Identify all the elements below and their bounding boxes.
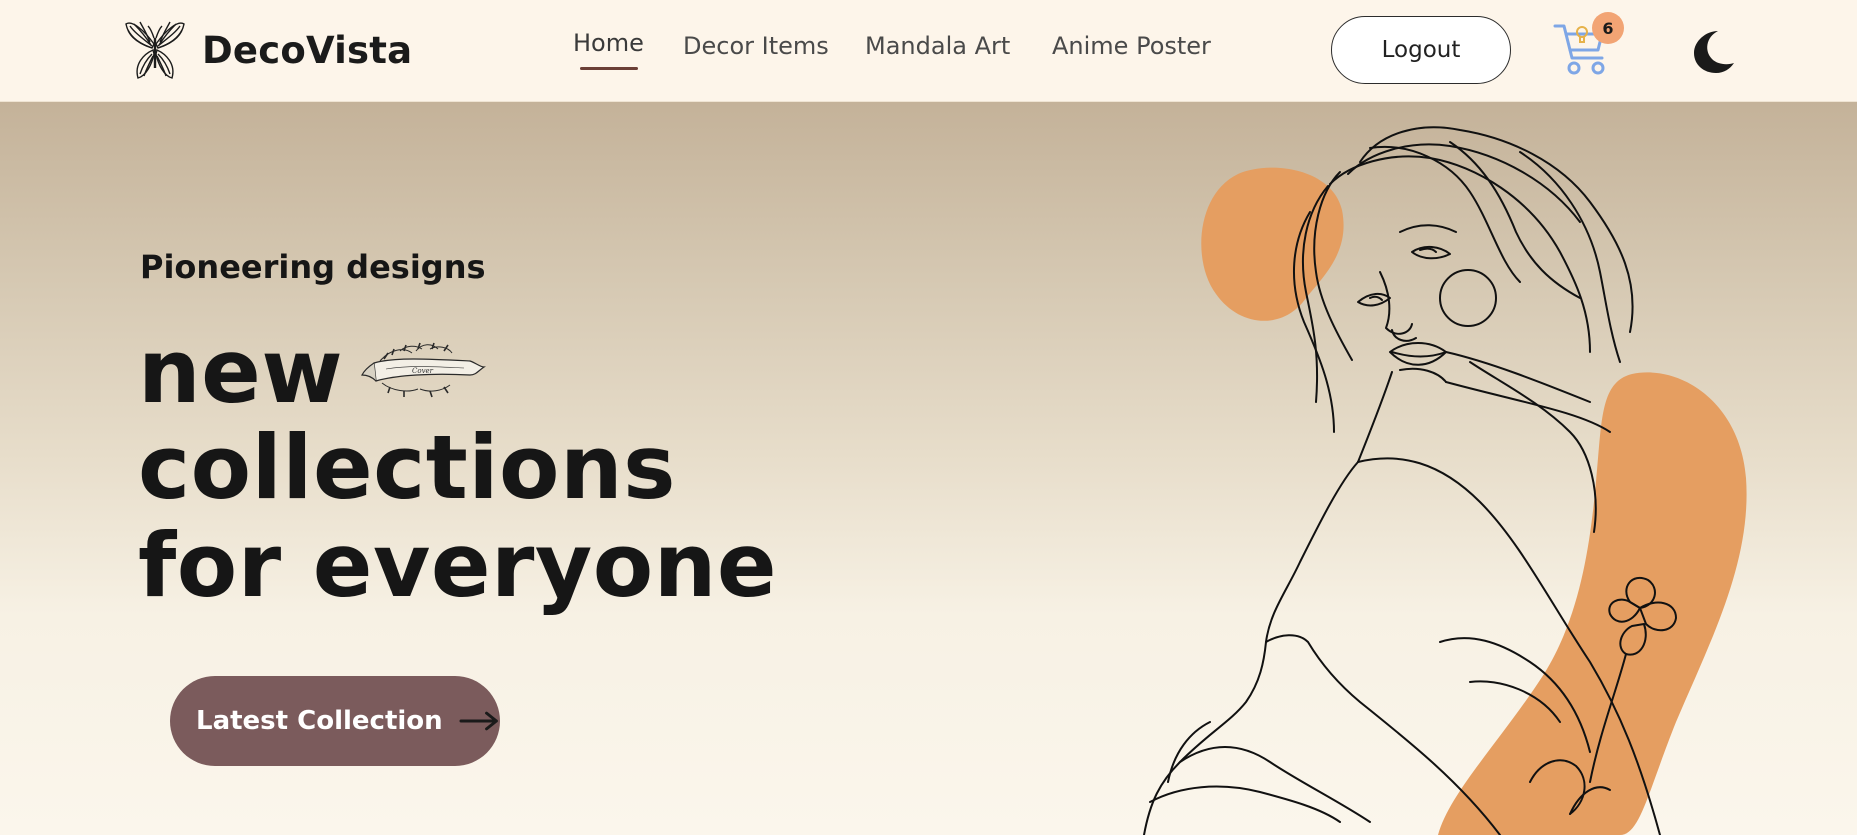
vintage-ribbon-banner-icon: Cover bbox=[361, 342, 486, 398]
moon-icon bbox=[1694, 31, 1734, 73]
line-art-woman-illustration bbox=[1143, 126, 1747, 835]
hero-title-line-3: for everyone bbox=[138, 514, 778, 617]
latest-collection-button[interactable]: Latest Collection bbox=[170, 676, 500, 766]
top-navbar: DecoVista Home Decor Items Mandala Art A… bbox=[0, 0, 1857, 102]
nav-mandala-art[interactable]: Mandala Art bbox=[865, 32, 1010, 60]
logout-button[interactable]: Logout bbox=[1331, 16, 1511, 84]
hero-title-line-2: collections bbox=[138, 416, 677, 519]
nav-decor-items[interactable]: Decor Items bbox=[683, 32, 829, 60]
hero-section: Pioneering designs new Cover collections… bbox=[0, 102, 1857, 835]
cta-label: Latest Collection bbox=[196, 706, 443, 736]
brand[interactable]: DecoVista bbox=[124, 18, 412, 82]
cart-count-badge: 6 bbox=[1592, 12, 1624, 44]
theme-toggle[interactable] bbox=[1688, 27, 1736, 75]
cart-button[interactable]: 6 bbox=[1552, 12, 1632, 78]
hero-title-line-1: new bbox=[138, 320, 344, 423]
brand-name: DecoVista bbox=[202, 28, 413, 72]
svg-text:Cover: Cover bbox=[412, 367, 434, 375]
nav-anime-poster[interactable]: Anime Poster bbox=[1052, 32, 1211, 60]
arrow-right-icon bbox=[459, 711, 498, 731]
butterfly-icon bbox=[125, 21, 185, 79]
active-nav-underline bbox=[580, 67, 638, 70]
nav-home[interactable]: Home bbox=[573, 29, 644, 57]
hero-kicker: Pioneering designs bbox=[140, 248, 486, 286]
